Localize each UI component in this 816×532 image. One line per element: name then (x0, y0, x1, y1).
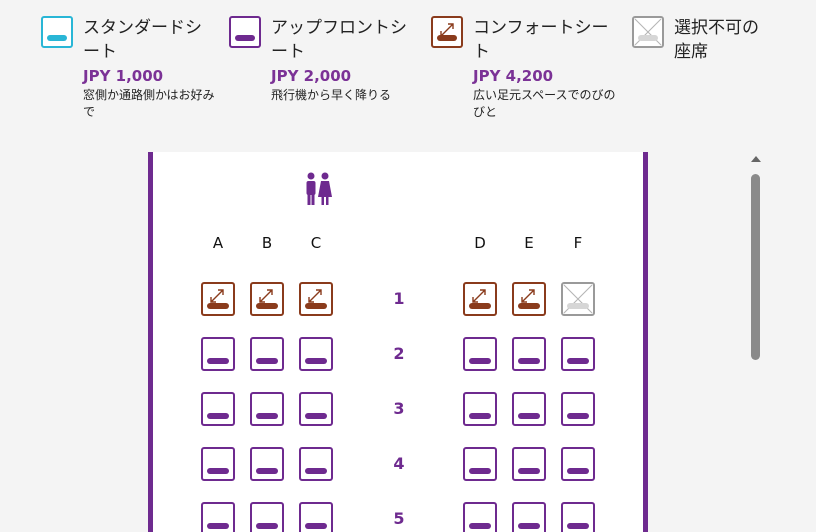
seat-3B[interactable] (250, 392, 284, 426)
seat-5D[interactable] (463, 502, 497, 532)
seat-2B[interactable] (250, 337, 284, 371)
seat-1E[interactable] (512, 282, 546, 316)
expand-arrows-icon (210, 289, 224, 303)
seat-5B[interactable] (250, 502, 284, 532)
seat-3E[interactable] (512, 392, 546, 426)
expand-arrows-icon (259, 289, 273, 303)
seat-2C[interactable] (299, 337, 333, 371)
row-number: 2 (393, 344, 405, 363)
row-number: 5 (393, 509, 405, 528)
standard-seat-icon (41, 16, 73, 48)
restroom-icon (306, 172, 332, 205)
seat-5A[interactable] (201, 502, 235, 532)
legend-name: スタンダードシート (83, 18, 202, 62)
seat-1C[interactable] (299, 282, 333, 316)
legend-price: JPY 1,000 (83, 67, 164, 85)
seat-3C[interactable] (299, 392, 333, 426)
legend-name: アップフロントシート (271, 18, 407, 62)
legend-price: JPY 4,200 (473, 67, 554, 85)
seat-3D[interactable] (463, 392, 497, 426)
seat-4A[interactable] (201, 447, 235, 481)
legend-desc: 広い足元スペースでのびのびと (473, 88, 616, 119)
expand-arrows-icon (472, 289, 486, 303)
legend-name: 選択不可の座席 (674, 18, 759, 62)
scrollbar[interactable] (748, 152, 764, 524)
column-label: E (524, 234, 534, 252)
row-number: 4 (393, 454, 405, 473)
seat-1A[interactable] (201, 282, 235, 316)
seat-1D[interactable] (463, 282, 497, 316)
seat-legend: スタンダードシート JPY 1,000 窓側か通路側かはお好みで アップフロント… (0, 0, 816, 140)
seat-4D[interactable] (463, 447, 497, 481)
seat-4B[interactable] (250, 447, 284, 481)
seat-3A[interactable] (201, 392, 235, 426)
seat-1F (561, 282, 595, 316)
seat-4E[interactable] (512, 447, 546, 481)
seat-2F[interactable] (561, 337, 595, 371)
column-label: F (573, 234, 583, 252)
seat-5F[interactable] (561, 502, 595, 532)
legend-desc: 窓側か通路側かはお好みで (83, 88, 215, 119)
row-number: 1 (393, 289, 405, 308)
seat-2A[interactable] (201, 337, 235, 371)
unavailable-seat-icon (632, 16, 664, 48)
column-label: B (261, 234, 273, 252)
expand-arrows-icon (308, 289, 322, 303)
scroll-up-arrow[interactable] (751, 156, 761, 162)
seat-2D[interactable] (463, 337, 497, 371)
seat-map-cabin: A B C D E F 1 2 3 4 5 (148, 152, 648, 532)
legend-desc: 飛行機から早く降りる (271, 88, 392, 102)
seat-2E[interactable] (512, 337, 546, 371)
seat-3F[interactable] (561, 392, 595, 426)
seat-1B[interactable] (250, 282, 284, 316)
scroll-thumb[interactable] (751, 174, 760, 360)
column-label: C (310, 234, 322, 252)
column-label: A (212, 234, 224, 252)
column-label: D (474, 234, 486, 252)
expand-arrows-icon (521, 289, 535, 303)
seat-4C[interactable] (299, 447, 333, 481)
comfort-seat-icon (431, 16, 463, 48)
seat-5C[interactable] (299, 502, 333, 532)
cross-icon (563, 284, 593, 314)
upfront-seat-icon (229, 16, 261, 48)
seat-5E[interactable] (512, 502, 546, 532)
cross-icon (634, 18, 662, 46)
seat-4F[interactable] (561, 447, 595, 481)
legend-price: JPY 2,000 (271, 67, 352, 85)
legend-name: コンフォートシート (473, 18, 609, 62)
row-number: 3 (393, 399, 405, 418)
